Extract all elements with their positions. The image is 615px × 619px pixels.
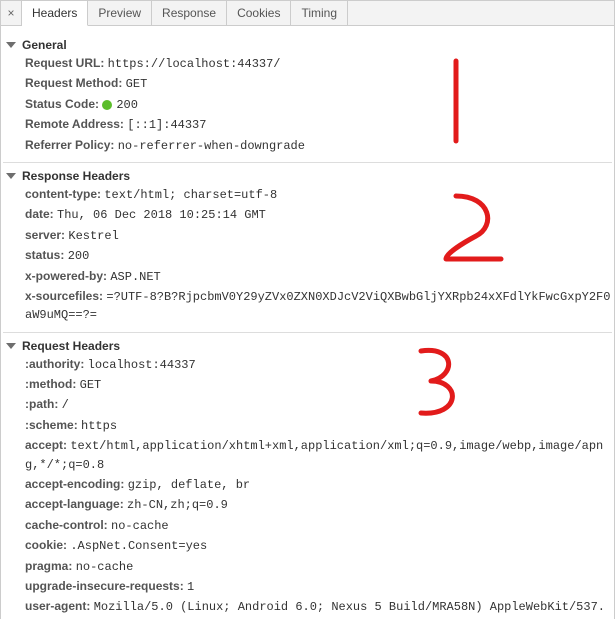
triangle-down-icon	[6, 42, 16, 48]
header-value: https	[81, 419, 117, 433]
tabbar: × Headers Preview Response Cookies Timin…	[1, 1, 614, 26]
triangle-down-icon	[6, 343, 16, 349]
header-key: user-agent:	[25, 599, 94, 613]
status-dot-icon	[102, 100, 112, 110]
header-key: Request Method:	[25, 76, 126, 90]
header-row: accept-encoding: gzip, deflate, br	[3, 475, 612, 495]
header-value: https://localhost:44337/	[108, 57, 281, 71]
header-value: 1	[187, 580, 194, 594]
header-row: accept-language: zh-CN,zh;q=0.9	[3, 495, 612, 515]
header-value: Mozilla/5.0 (Linux; Android 6.0; Nexus 5…	[25, 600, 605, 619]
tab-cookies[interactable]: Cookies	[227, 1, 291, 25]
header-value: no-cache	[76, 560, 134, 574]
header-key: accept-language:	[25, 497, 127, 511]
section-response-headers: Response Headers content-type: text/html…	[3, 162, 612, 326]
header-key: server:	[25, 228, 68, 242]
header-row: cache-control: no-cache	[3, 516, 612, 536]
header-value: =?UTF-8?B?RjpcbmV0Y29yZVx0ZXN0XDJcV2ViQX…	[25, 290, 610, 322]
header-row: user-agent: Mozilla/5.0 (Linux; Android …	[3, 597, 612, 619]
section-response-headers-title: Response Headers	[22, 169, 130, 183]
tab-response[interactable]: Response	[152, 1, 227, 25]
header-value: no-referrer-when-downgrade	[118, 139, 305, 153]
header-value: text/html; charset=utf-8	[104, 188, 277, 202]
header-key: :authority:	[25, 357, 88, 371]
headers-content: General Request URL: https://localhost:4…	[1, 26, 614, 619]
header-key: accept-encoding:	[25, 477, 128, 491]
header-key: x-sourcefiles:	[25, 289, 106, 303]
header-row: Status Code: 200	[3, 95, 612, 115]
header-row: Request URL: https://localhost:44337/	[3, 54, 612, 74]
header-key: :scheme:	[25, 418, 81, 432]
header-row: :path: /	[3, 395, 612, 415]
header-row: pragma: no-cache	[3, 557, 612, 577]
network-headers-panel: × Headers Preview Response Cookies Timin…	[0, 0, 615, 619]
header-row: Referrer Policy: no-referrer-when-downgr…	[3, 136, 612, 156]
header-key: accept:	[25, 438, 70, 452]
header-row: x-powered-by: ASP.NET	[3, 267, 612, 287]
section-general-header[interactable]: General	[3, 36, 612, 54]
header-row: content-type: text/html; charset=utf-8	[3, 185, 612, 205]
header-value: Kestrel	[68, 229, 118, 243]
header-value: GET	[80, 378, 102, 392]
header-key: x-powered-by:	[25, 269, 110, 283]
section-response-headers-header[interactable]: Response Headers	[3, 167, 612, 185]
header-key: Referrer Policy:	[25, 138, 118, 152]
header-value: GET	[126, 77, 148, 91]
header-value: zh-CN,zh;q=0.9	[127, 498, 228, 512]
header-row: upgrade-insecure-requests: 1	[3, 577, 612, 597]
header-row: cookie: .AspNet.Consent=yes	[3, 536, 612, 556]
header-row: Remote Address: [::1]:44337	[3, 115, 612, 135]
header-key: date:	[25, 207, 57, 221]
header-key: :path:	[25, 397, 62, 411]
tab-preview[interactable]: Preview	[88, 1, 152, 25]
header-key: Status Code:	[25, 97, 102, 111]
header-row: :method: GET	[3, 375, 612, 395]
header-row: Request Method: GET	[3, 74, 612, 94]
header-key: cookie:	[25, 538, 70, 552]
header-row: :authority: localhost:44337	[3, 355, 612, 375]
header-key: content-type:	[25, 187, 104, 201]
header-value: no-cache	[111, 519, 169, 533]
header-key: upgrade-insecure-requests:	[25, 579, 187, 593]
header-value: 200	[116, 98, 138, 112]
header-value: gzip, deflate, br	[128, 478, 250, 492]
header-row: :scheme: https	[3, 416, 612, 436]
header-key: :method:	[25, 377, 80, 391]
tab-headers[interactable]: Headers	[22, 1, 88, 26]
header-value: .AspNet.Consent=yes	[70, 539, 207, 553]
header-row: status: 200	[3, 246, 612, 266]
header-value: 200	[68, 249, 90, 263]
header-row: server: Kestrel	[3, 226, 612, 246]
section-general-title: General	[22, 38, 67, 52]
header-value: text/html,application/xhtml+xml,applicat…	[25, 439, 603, 471]
section-request-headers-title: Request Headers	[22, 339, 120, 353]
header-value: [::1]:44337	[127, 118, 206, 132]
header-row: accept: text/html,application/xhtml+xml,…	[3, 436, 612, 475]
section-request-headers: Request Headers :authority: localhost:44…	[3, 332, 612, 619]
header-row: x-sourcefiles: =?UTF-8?B?RjpcbmV0Y29yZVx…	[3, 287, 612, 326]
section-general: General Request URL: https://localhost:4…	[3, 36, 612, 156]
header-row: date: Thu, 06 Dec 2018 10:25:14 GMT	[3, 205, 612, 225]
header-key: cache-control:	[25, 518, 111, 532]
header-key: Request URL:	[25, 56, 108, 70]
header-value: Thu, 06 Dec 2018 10:25:14 GMT	[57, 208, 266, 222]
header-value: /	[62, 398, 69, 412]
section-request-headers-header[interactable]: Request Headers	[3, 337, 612, 355]
header-key: status:	[25, 248, 68, 262]
header-key: pragma:	[25, 559, 76, 573]
tab-timing[interactable]: Timing	[291, 1, 348, 25]
close-icon[interactable]: ×	[1, 1, 22, 25]
header-key: Remote Address:	[25, 117, 127, 131]
header-value: localhost:44337	[88, 358, 196, 372]
triangle-down-icon	[6, 173, 16, 179]
header-value: ASP.NET	[110, 270, 160, 284]
